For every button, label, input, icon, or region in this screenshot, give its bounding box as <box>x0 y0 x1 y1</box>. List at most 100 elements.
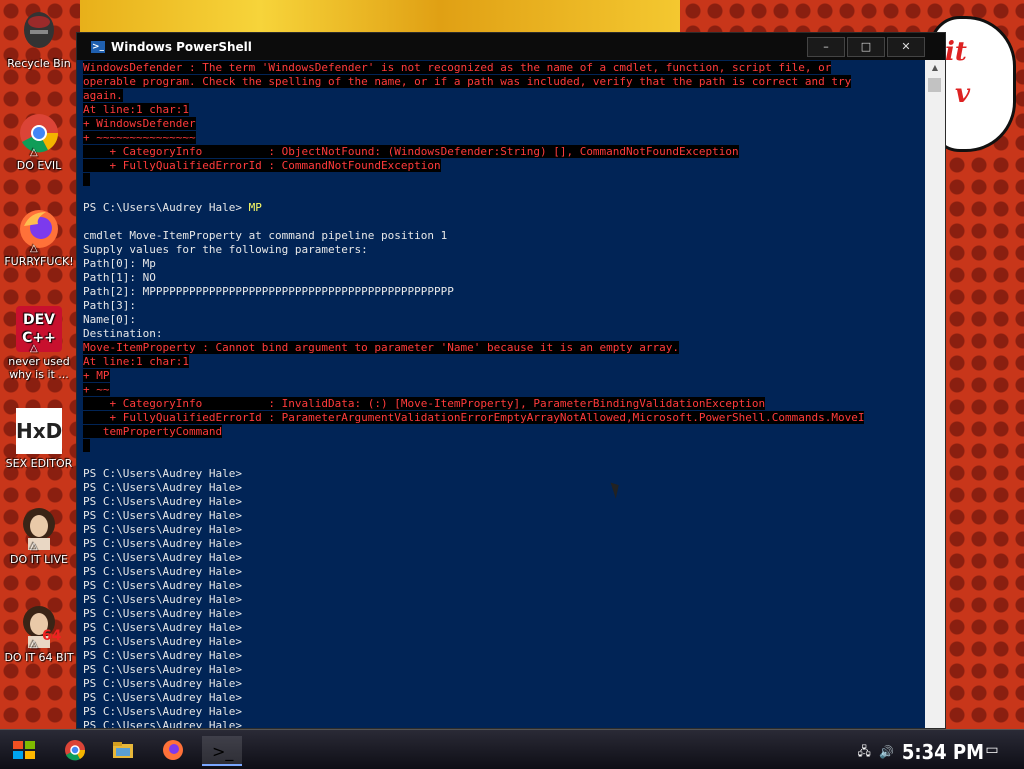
firefox-icon: △ <box>16 206 62 254</box>
powershell-icon: >_ <box>91 40 105 53</box>
taskbar-file-explorer[interactable] <box>108 736 138 764</box>
console-error-line: temPropertyCommand <box>83 425 223 438</box>
console-error-line: + ~~~~~~~~~~~~~~~ <box>83 131 196 144</box>
console-line: PS C:\Users\Audrey Hale> <box>83 719 242 728</box>
notification-icon[interactable]: ▭ <box>980 736 1004 764</box>
system-tray: 🖧 🔊 5:34 PM <box>858 740 984 764</box>
minimize-button[interactable]: – <box>807 36 845 57</box>
shortcut-arrow-icon: △ <box>30 343 38 354</box>
shortcut-arrow-icon: △ <box>30 243 38 254</box>
powershell-icon: >_ <box>212 742 234 761</box>
console-error-line <box>83 173 925 187</box>
desktop-icon-label: DO EVIL <box>16 159 62 172</box>
scroll-up-icon[interactable]: ▲ <box>925 60 945 76</box>
console-error-line: WindowsDefender : The term 'WindowsDefen… <box>83 61 832 74</box>
shortcut-arrow-icon: △ <box>30 639 38 650</box>
window-title: Windows PowerShell <box>111 39 252 54</box>
console-error-line: + FullyQualifiedErrorId : CommandNotFoun… <box>83 159 441 172</box>
console-error-line: + FullyQualifiedErrorId : ParameterArgum… <box>83 411 865 424</box>
taskbar-powershell[interactable]: >_ <box>202 736 242 766</box>
console-line: PS C:\Users\Audrey Hale> <box>83 509 242 522</box>
desktop-icon-devcpp[interactable]: DEV C++ △ never used why is it ... <box>0 306 78 381</box>
desktop-icon-furryfuck[interactable]: △ FURRYFUCK! <box>0 206 78 268</box>
console-line: PS C:\Users\Audrey Hale> <box>83 677 242 690</box>
console-line: PS C:\Users\Audrey Hale> <box>83 607 242 620</box>
taskbar: >_ 🖧 🔊 5:34 PM ▭ <box>0 729 1024 769</box>
console-error-line: Move-ItemProperty : Cannot bind argument… <box>83 341 680 354</box>
console-output[interactable]: WindowsDefender : The term 'WindowsDefen… <box>77 60 925 728</box>
console-error-line: At line:1 char:1 <box>83 103 189 116</box>
console-error-line: again. <box>83 89 123 102</box>
console-line: Path[1]: NO <box>83 271 156 284</box>
recycle-bin-icon <box>16 8 62 54</box>
wallpaper-art-top <box>80 0 680 34</box>
scrollbar-thumb[interactable] <box>928 78 941 92</box>
desktop-icon-sex-editor[interactable]: HxD SEX EDITOR <box>0 408 78 470</box>
console-line: PS C:\Users\Audrey Hale> <box>83 565 242 578</box>
console-line: PS C:\Users\Audrey Hale> <box>83 537 242 550</box>
console-line: PS C:\Users\Audrey Hale> <box>83 691 242 704</box>
desktop-icon-recycle-bin[interactable]: Recycle Bin <box>0 8 78 70</box>
console-line: Path[0]: Mp <box>83 257 156 270</box>
console-line: PS C:\Users\Audrey Hale> <box>83 593 242 606</box>
console-line: PS C:\Users\Audrey Hale> <box>83 705 242 718</box>
console-line: PS C:\Users\Audrey Hale> <box>83 481 242 494</box>
close-button[interactable]: ✕ <box>887 36 925 57</box>
start-icon <box>13 741 35 759</box>
devcpp-icon: DEV C++ △ <box>16 306 62 354</box>
console-line: PS C:\Users\Audrey Hale> <box>83 523 242 536</box>
bubble-text-2: v <box>955 79 971 109</box>
window-titlebar[interactable]: >_ Windows PowerShell – □ ✕ <box>77 33 945 60</box>
console-line: PS C:\Users\Audrey Hale> <box>83 649 242 662</box>
console-line: Supply values for the following paramete… <box>83 243 368 256</box>
network-icon[interactable]: 🖧 <box>858 742 871 763</box>
clock[interactable]: 5:34 PM <box>902 740 984 764</box>
console-error-line: + MP <box>83 369 110 382</box>
volume-icon[interactable]: 🔊 <box>879 745 894 759</box>
typed-command: MP <box>248 201 262 214</box>
portrait-icon: △ <box>16 504 62 552</box>
desktop-icon-label: DO IT LIVE <box>10 553 68 566</box>
console-line: PS C:\Users\Audrey Hale> <box>83 663 242 676</box>
desktop-icon-label: never used why is it ... <box>8 355 70 381</box>
console-line: Path[3]: <box>83 299 136 312</box>
console-line: PS C:\Users\Audrey Hale> <box>83 551 242 564</box>
desktop-icon-do-it-64-bit[interactable]: 64 △ DO IT 64 BIT <box>0 602 78 664</box>
desktop-icon-label: DO IT 64 BIT <box>4 651 74 664</box>
vertical-scrollbar[interactable]: ▲ <box>925 60 945 728</box>
console-error-line: + ~~ <box>83 383 110 396</box>
console-line: PS C:\Users\Audrey Hale> <box>83 621 242 634</box>
console-line: Destination: <box>83 327 163 340</box>
shortcut-arrow-icon: △ <box>30 541 38 552</box>
desktop-icon-do-it-live[interactable]: △ DO IT LIVE <box>0 504 78 566</box>
desktop-icon-label: SEX EDITOR <box>5 457 73 470</box>
desktop-icon-label: Recycle Bin <box>7 57 71 70</box>
console-line: PS C:\Users\Audrey Hale> MP <box>83 201 262 214</box>
console-error-line: + CategoryInfo : InvalidData: (:) [Move-… <box>83 397 766 410</box>
console-line: cmdlet Move-ItemProperty at command pipe… <box>83 229 448 242</box>
console-line: Name[0]: <box>83 313 136 326</box>
chrome-icon <box>65 740 86 761</box>
start-button[interactable] <box>8 736 40 764</box>
console-line: Path[2]: MPPPPPPPPPPPPPPPPPPPPPPPPPPPPPP… <box>83 285 454 298</box>
taskbar-firefox[interactable] <box>158 736 188 764</box>
powershell-window[interactable]: >_ Windows PowerShell – □ ✕ WindowsDefen… <box>76 32 946 729</box>
maximize-button[interactable]: □ <box>847 36 885 57</box>
console-line: PS C:\Users\Audrey Hale> <box>83 635 242 648</box>
console-line: PS C:\Users\Audrey Hale> <box>83 495 242 508</box>
console-error-line: + WindowsDefender <box>83 117 196 130</box>
console-line: PS C:\Users\Audrey Hale> <box>83 579 242 592</box>
badge-64: 64 <box>42 628 62 644</box>
taskbar-chrome[interactable] <box>60 736 90 764</box>
console-error-line: operable program. Check the spelling of … <box>83 75 852 88</box>
desktop-icon-label: FURRYFUCK! <box>4 255 74 268</box>
devcpp-logo-text: DEV C++ <box>22 312 56 346</box>
desktop-icon-do-evil[interactable]: △ DO EVIL <box>0 110 78 172</box>
shortcut-arrow-icon: △ <box>30 147 38 158</box>
portrait-64-icon: 64 △ <box>16 602 62 650</box>
console-line: PS C:\Users\Audrey Hale> <box>83 467 242 480</box>
file-explorer-icon <box>113 742 133 758</box>
